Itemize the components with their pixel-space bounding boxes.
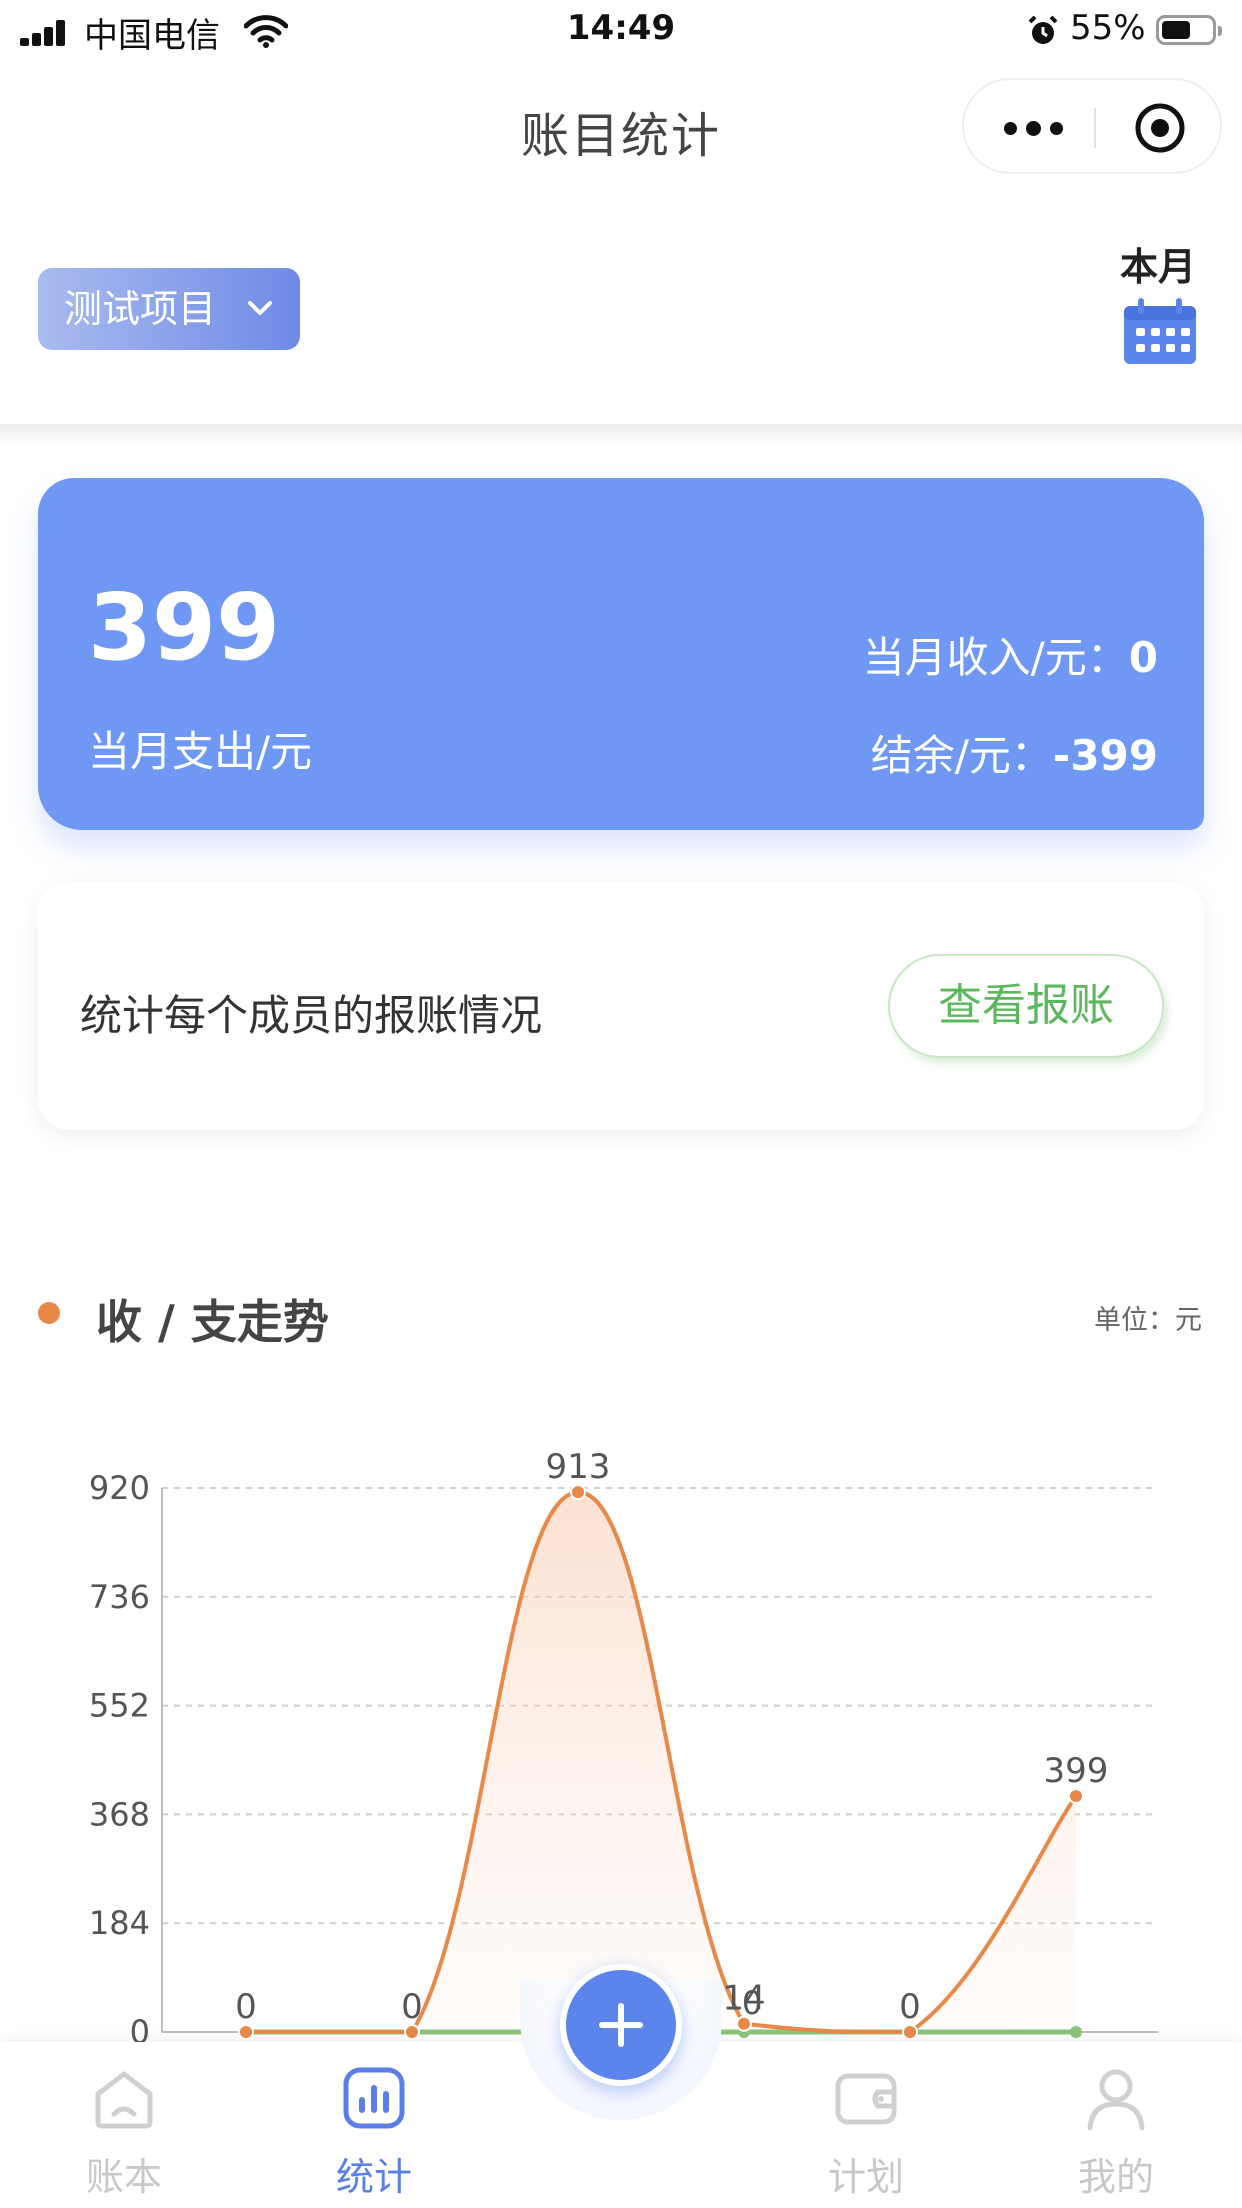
add-record-button[interactable] [560, 1964, 682, 2086]
expense-data-label: 0 [401, 1987, 423, 2027]
tab-mine-label: 我的 [1077, 2155, 1154, 2199]
user-icon [1087, 2069, 1145, 2131]
income-row: 当月收入/元：0 [863, 624, 1158, 685]
balance-value: -399 [1052, 731, 1158, 780]
tab-mine[interactable]: 我的 [1016, 2042, 1216, 2208]
home-icon [95, 2071, 153, 2129]
project-selector-label: 测试项目 [64, 287, 217, 331]
expense-data-label: 14 [722, 1979, 765, 2019]
alarm-icon [1028, 15, 1058, 44]
expense-point [902, 2024, 918, 2040]
expense-point [736, 2015, 752, 2032]
chevron-down-icon [248, 301, 272, 315]
expense-data-label: 399 [1044, 1751, 1109, 1791]
balance-label: 结余/元： [870, 731, 1053, 780]
project-selector[interactable]: 测试项目 [38, 268, 300, 350]
y-tick-label: 920 [89, 1469, 150, 1507]
more-icon[interactable] [1004, 121, 1064, 136]
expense-point [1068, 1788, 1084, 1805]
y-tick-label: 552 [89, 1687, 150, 1725]
expense-area [246, 1492, 1076, 2032]
balance-row: 结余/元：-399 [871, 722, 1158, 783]
close-target-icon[interactable] [1132, 100, 1188, 156]
reimbursement-text: 统计每个成员的报账情况 [80, 991, 543, 1040]
tab-ledger[interactable]: 账本 [24, 2042, 224, 2208]
tab-ledger-label: 账本 [85, 2155, 162, 2199]
reimbursement-card: 统计每个成员的报账情况 查看报账 [38, 882, 1204, 1130]
mini-program-capsule [962, 78, 1222, 174]
y-tick-label: 736 [89, 1578, 150, 1616]
expense-data-label: 913 [546, 1447, 611, 1487]
trend-unit: 单位：元 [1094, 1305, 1202, 1336]
trend-title: 收 / 支走势 [96, 1295, 329, 1349]
income-label: 当月收入/元： [862, 633, 1129, 682]
expense-value: 399 [88, 574, 281, 681]
expense-data-label: 0 [235, 1987, 257, 2027]
monthly-summary-card: 399 当月支出/元 当月收入/元：0 结余/元：-399 [38, 478, 1204, 830]
expense-point [238, 2024, 254, 2040]
income-value: 0 [1128, 633, 1158, 682]
chart-icon [343, 2067, 405, 2129]
battery-icon [1156, 15, 1222, 45]
wallet-icon [835, 2073, 897, 2125]
view-reimbursement-button[interactable]: 查看报账 [888, 954, 1164, 1058]
tab-plan[interactable]: 计划 [766, 2042, 966, 2208]
calendar-icon[interactable] [1122, 296, 1198, 366]
status-bar: 中国电信 14:49 55% [0, 0, 1242, 62]
period-label[interactable]: 本月 [1120, 236, 1196, 291]
tab-plan-label: 计划 [827, 2155, 904, 2199]
income-point [1070, 2026, 1082, 2038]
expense-point [570, 1484, 586, 1501]
trend-bullet [38, 1302, 60, 1324]
battery-percent: 55% [1070, 8, 1146, 48]
tab-statistics[interactable]: 统计 [274, 2042, 474, 2208]
tab-statistics-label: 统计 [335, 2155, 412, 2199]
y-tick-label: 184 [89, 1904, 150, 1942]
y-tick-label: 368 [89, 1795, 150, 1833]
expense-data-label: 0 [899, 1987, 921, 2027]
expense-label: 当月支出/元 [88, 727, 313, 776]
expense-point [404, 2024, 420, 2040]
